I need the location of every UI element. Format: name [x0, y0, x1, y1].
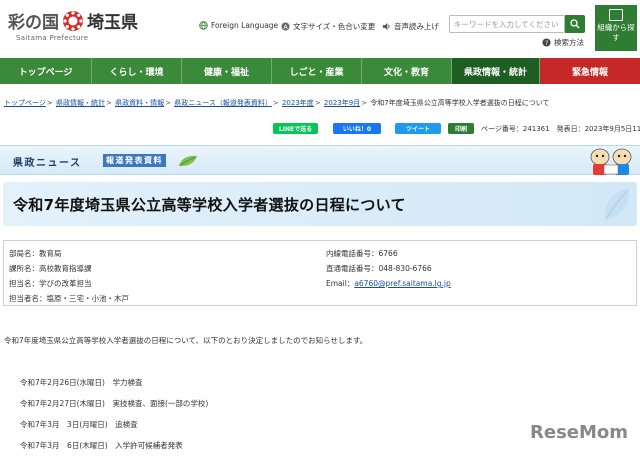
org-search-label: 組織から探す	[597, 23, 635, 42]
line-share-label: LINEで送る	[278, 126, 313, 133]
breadcrumb-link[interactable]: 2023年度	[282, 99, 314, 107]
breadcrumb-separator: >	[272, 99, 279, 107]
globe-icon	[199, 21, 208, 30]
schedule-item: 令和7年3月 3日(月曜日) 追検査	[20, 420, 138, 429]
search-input[interactable]: キーワードを入力してください	[449, 15, 565, 33]
watermark: ReseMom	[530, 422, 629, 443]
breadcrumb-current: 令和7年度埼玉県公立高等学校入学者選抜の日程について	[370, 99, 550, 107]
tweet-button[interactable]: ツイート	[395, 123, 441, 134]
svg-text:?: ?	[545, 40, 548, 47]
news-banner-title: 県政ニュース	[13, 158, 82, 169]
facebook-like-button[interactable]: いいね！0	[333, 123, 381, 134]
email-label: Email：	[326, 279, 355, 288]
email-link[interactable]: a6760@pref.saitama.lg.jp	[354, 279, 450, 288]
search-icon	[570, 19, 580, 29]
text-size-label: 文字サイズ・色合い変更	[293, 22, 376, 31]
org-search-button[interactable]: 組織から探す	[595, 5, 637, 51]
mascot-illustration	[590, 148, 632, 175]
print-label: 印刷	[454, 126, 467, 133]
breadcrumb-separator: >	[46, 99, 53, 107]
text-size-link[interactable]: A 文字サイズ・色合い変更	[281, 21, 375, 32]
news-banner: 県政ニュース 報道発表資料	[0, 145, 640, 175]
nav-item-top[interactable]: トップページ	[0, 58, 92, 84]
org-chart-icon	[609, 9, 623, 21]
site-header: 彩の国 埼玉県 Saitama Prefecture Foreign Langu…	[0, 0, 640, 58]
dept-name: 部局名：教育局	[9, 249, 62, 258]
page-info: ページ番号：241361 発表日：2023年9月5日11時	[481, 125, 640, 133]
breadcrumb-link[interactable]: 2023年9月	[324, 99, 360, 107]
nav-label: トップページ	[18, 67, 73, 78]
speaker-icon	[382, 22, 390, 31]
print-button[interactable]: 印刷	[448, 123, 474, 134]
logo-text-right: 埼玉県	[87, 13, 138, 33]
page-title: 令和7年度埼玉県公立高等学校入学者選抜の日程について	[13, 196, 406, 214]
leaf-icon	[179, 155, 197, 167]
title-panel: 令和7年度埼玉県公立高等学校入学者選抜の日程について	[3, 182, 637, 226]
search-help-label: 検索方法	[554, 38, 584, 47]
question-icon: ?	[542, 38, 551, 47]
line-share-button[interactable]: LINEで送る	[273, 123, 318, 134]
nav-label: 緊急情報	[571, 67, 608, 78]
svg-text:A: A	[283, 24, 288, 31]
nav-label: しごと・産業	[289, 67, 344, 78]
breadcrumb-separator: >	[361, 99, 368, 107]
nav-label: 県政情報・統計	[463, 67, 527, 78]
leaf-decoration-icon	[604, 188, 630, 220]
breadcrumb-link[interactable]: 県政ニュース（報道発表資料）	[174, 99, 272, 107]
nav-item-living[interactable]: くらし・環境	[92, 58, 182, 84]
breadcrumb-link[interactable]: トップページ	[4, 99, 46, 107]
direct-number: 直通電話番号：048-830-6766	[326, 264, 432, 273]
extension-number: 内線電話番号：6766	[326, 249, 398, 258]
nav-label: 文化・教育	[383, 67, 429, 78]
intro-text: 令和7年度埼玉県公立高等学校入学者選抜の日程について、以下のとおり決定しましたの…	[4, 336, 368, 345]
email-row: Email：a6760@pref.saitama.lg.jp	[326, 278, 451, 289]
section-name: 課所名：高校教育指導課	[9, 264, 92, 273]
schedule-item: 令和7年3月 6日(木曜日) 入学許可候補者発表	[20, 441, 183, 450]
persons-name: 担当者名：塩原・三宅・小池・木戸	[9, 294, 129, 303]
breadcrumb-separator: >	[165, 99, 171, 107]
text-size-icon: A	[281, 22, 290, 31]
nav-item-government[interactable]: 県政情報・統計	[452, 58, 540, 84]
charge-name: 担当名：学びの改革担当	[9, 279, 92, 288]
nav-item-work[interactable]: しごと・産業	[272, 58, 362, 84]
tweet-label: ツイート	[405, 126, 430, 133]
schedule-item: 令和7年2月26日(水曜日) 学力検査	[20, 378, 143, 387]
news-banner-subtitle: 報道発表資料	[103, 154, 166, 167]
facebook-like-label: いいね！0	[342, 126, 372, 133]
logo-subtitle: Saitama Prefecture	[16, 34, 89, 42]
nav-item-culture[interactable]: 文化・教育	[362, 58, 452, 84]
read-aloud-label: 音声読み上げ	[394, 22, 439, 31]
foreign-language-label: Foreign Language	[211, 21, 279, 30]
global-nav: トップページ くらし・環境 健康・福祉 しごと・産業 文化・教育 県政情報・統計…	[0, 58, 640, 84]
breadcrumb-link[interactable]: 県政資料・情報	[115, 99, 164, 107]
schedule-item: 令和7年2月27日(木曜日) 実技検査、面接(一部の学校)	[20, 399, 209, 408]
search-button[interactable]	[565, 15, 585, 33]
nav-item-emergency[interactable]: 緊急情報	[540, 58, 640, 84]
foreign-language-link[interactable]: Foreign Language	[199, 21, 278, 30]
prefecture-emblem-icon	[63, 10, 83, 31]
breadcrumb-link[interactable]: 県政情報・統計	[56, 99, 105, 107]
nav-label: 健康・福祉	[203, 67, 249, 78]
read-aloud-link[interactable]: 音声読み上げ	[382, 21, 439, 32]
search-help-link[interactable]: ? 検索方法	[542, 37, 584, 48]
nav-item-health[interactable]: 健康・福祉	[182, 58, 272, 84]
site-logo[interactable]: 彩の国 埼玉県 Saitama Prefecture	[8, 8, 138, 42]
breadcrumb: トップページ> 県政情報・統計> 県政資料・情報> 県政ニュース（報道発表資料）…	[4, 98, 550, 108]
contact-info-box: 部局名：教育局 課所名：高校教育指導課 担当名：学びの改革担当 担当者名：塩原・…	[3, 240, 637, 306]
nav-label: くらし・環境	[109, 67, 164, 78]
breadcrumb-separator: >	[314, 99, 321, 107]
breadcrumb-separator: >	[105, 99, 112, 107]
logo-text-left: 彩の国	[8, 13, 59, 33]
